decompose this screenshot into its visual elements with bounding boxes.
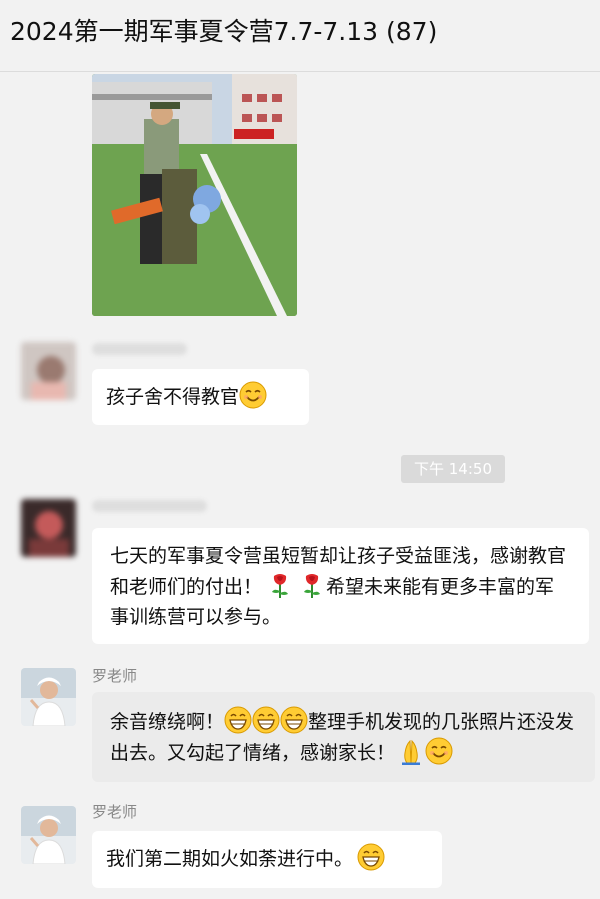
sender-name[interactable]: 罗老师	[92, 665, 137, 686]
message-text: 余音缭绕啊！	[110, 711, 225, 733]
avatar[interactable]	[21, 499, 76, 557]
chat-title[interactable]: 2024第一期军事夏令营7.7-7.13 (87)	[10, 12, 437, 48]
sender-name-hidden	[92, 343, 187, 355]
message-text: 我们第二期如火如荼进行中。	[106, 848, 354, 870]
grin-icon	[280, 706, 308, 734]
avatar[interactable]	[21, 668, 76, 726]
message-text: 孩子舍不得教官	[106, 386, 240, 408]
smile-icon	[425, 737, 453, 765]
smile-icon	[239, 381, 267, 409]
avatar[interactable]	[21, 806, 76, 864]
image-message[interactable]	[92, 74, 297, 316]
grin-icon	[357, 843, 385, 871]
message-bubble[interactable]: 七天的军事夏令营虽短暂却让孩子受益匪浅，感谢教官和老师们的付出！ 希望未来能有更多…	[92, 528, 589, 644]
avatar[interactable]	[21, 342, 76, 400]
grin-icon	[252, 706, 280, 734]
rose-icon	[271, 573, 290, 599]
timestamp: 下午 14:50	[401, 455, 505, 483]
sender-name[interactable]: 罗老师	[92, 801, 137, 822]
rose-icon	[303, 573, 322, 599]
message-bubble[interactable]: 余音缭绕啊！ 整理手机发现的几张照片还没发出去。又勾起了情绪，感谢家长！	[92, 692, 595, 782]
grin-icon	[224, 706, 252, 734]
sender-name-hidden	[92, 500, 207, 512]
message-bubble[interactable]: 孩子舍不得教官	[92, 369, 309, 425]
photo-thumbnail	[92, 74, 297, 316]
message-bubble[interactable]: 我们第二期如火如荼进行中。	[92, 831, 442, 888]
pray-icon	[400, 739, 422, 765]
chat-header: 2024第一期军事夏令营7.7-7.13 (87)	[0, 0, 600, 72]
